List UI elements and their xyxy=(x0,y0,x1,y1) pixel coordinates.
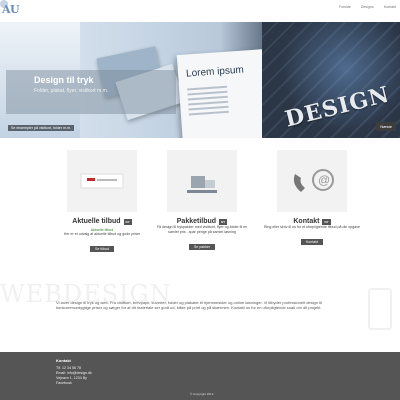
hero-slider: Lorem ipsum DESIGN Design til tryk Folde… xyxy=(0,22,400,138)
main-nav: Forside Designs Kontakt xyxy=(339,5,396,9)
contact-text: Ring eller skriv til os for et uforpligt… xyxy=(263,225,361,229)
hero-link[interactable]: Se eksempler på visitkort, folder m.m. xyxy=(8,125,75,131)
hero-next-button[interactable]: Næste xyxy=(376,122,396,131)
footer-copyright: © Copyright 2013 xyxy=(190,392,214,396)
site-header: AU Forside Designs Kontakt xyxy=(0,0,400,23)
offers-text: Her er et udvalg af aktuelle tilbud og g… xyxy=(63,232,141,236)
feature-packages: Pakketilbud NY Få design til trykpakker … xyxy=(142,150,262,253)
packages-text: Få design til trykpakker med visitkort, … xyxy=(156,225,248,234)
brochure-text-lines xyxy=(187,85,229,119)
hero-caption: Design til tryk Folder, plakat, flyer, v… xyxy=(6,70,176,114)
site-logo[interactable]: AU xyxy=(2,3,20,16)
site-footer: Kontakt Tlf. 12 34 56 78 Email: info@des… xyxy=(0,352,400,400)
nav-item-forside[interactable]: Forside xyxy=(339,5,351,9)
feature-contact: @ Kontakt NY Ring eller skriv til os for… xyxy=(252,150,372,248)
hero-brochure: Lorem ipsum xyxy=(176,49,272,138)
hero-title: Design til tryk xyxy=(34,75,94,85)
packages-button[interactable]: Se pakker xyxy=(188,244,216,250)
feature-title: Kontakt NY xyxy=(252,218,372,225)
packages-title: Pakketilbud xyxy=(176,218,217,225)
offers-title: Aktuelle tilbud xyxy=(72,218,121,225)
phone-decoration xyxy=(368,288,392,330)
footer-heading: Kontakt xyxy=(56,358,71,363)
svg-text:@: @ xyxy=(318,173,330,187)
features-section: Aktuelle tilbud NY Aktuelle tilbud Her e… xyxy=(0,138,400,288)
packages-image xyxy=(167,150,237,212)
intro-paragraph: Vi laver design til tryk og web. Fra vis… xyxy=(56,300,322,311)
hero-subtitle: Folder, plakat, flyer, visitkort m.m. xyxy=(34,88,109,94)
contact-tag: NY xyxy=(322,218,331,225)
offers-button[interactable]: Se tilbud xyxy=(90,246,114,252)
footer-facebook-link[interactable]: Facebook xyxy=(56,381,92,386)
contact-button[interactable]: Kontakt xyxy=(300,239,324,245)
offers-tag: NY xyxy=(123,218,132,225)
offers-image xyxy=(67,150,137,212)
nav-item-kontakt[interactable]: Kontakt xyxy=(384,5,396,9)
nav-item-designs[interactable]: Designs xyxy=(361,5,374,9)
footer-contact: Kontakt Tlf. 12 34 56 78 Email: info@des… xyxy=(56,358,92,386)
brochure-title: Lorem ipsum xyxy=(185,64,245,80)
feature-title: Pakketilbud NY xyxy=(142,218,262,225)
contact-title: Kontakt xyxy=(293,218,320,225)
contact-image: @ xyxy=(277,150,347,212)
packages-tag: NY xyxy=(219,218,228,225)
